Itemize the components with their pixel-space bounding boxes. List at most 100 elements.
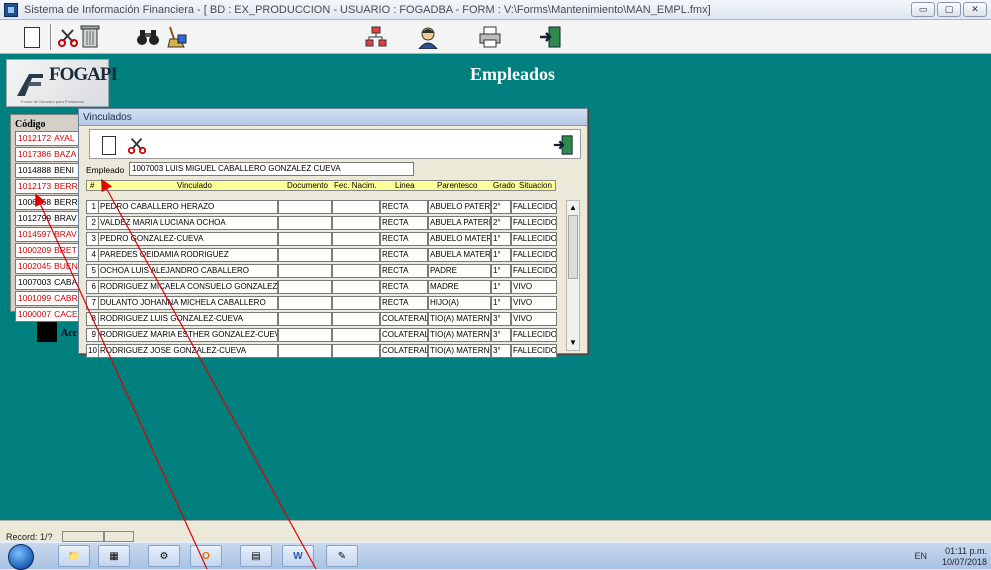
cell-parentesco[interactable]: TIO(A) MATERNO [428, 344, 491, 358]
calendar-icon[interactable]: ▦ [98, 545, 130, 567]
list-item[interactable]: 1012172 AYAL [15, 131, 81, 146]
cell-documento[interactable] [278, 296, 332, 310]
cell-documento[interactable] [278, 344, 332, 358]
binoculars-icon[interactable] [134, 23, 162, 51]
trash-icon[interactable] [76, 23, 104, 51]
exit-door-icon[interactable] [550, 132, 576, 158]
cell-num[interactable]: 2 [86, 216, 98, 230]
maximize-button[interactable]: ▢ [937, 2, 961, 17]
grid-scrollbar[interactable]: ▲ ▼ [566, 200, 580, 351]
cell-grado[interactable]: 3° [491, 328, 511, 342]
cell-fec[interactable] [332, 264, 380, 278]
cell-parentesco[interactable]: ABUELO PATERN [428, 200, 491, 214]
cell-documento[interactable] [278, 264, 332, 278]
forms-icon[interactable]: ▤ [240, 545, 272, 567]
exit-door-icon[interactable] [536, 23, 564, 51]
list-item[interactable]: 1012799 BRAV [15, 211, 81, 226]
cell-fec[interactable] [332, 328, 380, 342]
outlook-icon[interactable]: O [190, 545, 222, 567]
cell-parentesco[interactable]: TIO(A) MATERNO [428, 328, 491, 342]
close-button[interactable]: ✕ [963, 2, 987, 17]
cell-grado[interactable]: 2° [491, 200, 511, 214]
cell-grado[interactable]: 1° [491, 264, 511, 278]
list-item[interactable]: 1002045 BUEN [15, 259, 81, 274]
list-item[interactable]: 1014888 BENI [15, 163, 81, 178]
cell-situacion[interactable]: VIVO [511, 296, 557, 310]
table-row[interactable]: 8 RODRIGUEZ LUIS GONZALEZ-CUEVA COLATERAL T… [86, 312, 564, 327]
cell-situacion[interactable]: FALLECIDO [511, 200, 557, 214]
cell-grado[interactable]: 1° [491, 232, 511, 246]
cell-linea[interactable]: RECTA [380, 248, 428, 262]
cell-grado[interactable]: 2° [491, 216, 511, 230]
table-row[interactable]: 7 DULANTO JOHANNA MICHELA CABALLERO RECTA H… [86, 296, 564, 311]
user-icon[interactable] [414, 23, 442, 51]
cell-num[interactable]: 9 [86, 328, 98, 342]
designer-icon[interactable]: ✎ [326, 545, 358, 567]
cell-vinculado[interactable]: OCHOA LUIS ALEJANDRO CABALLERO [98, 264, 278, 278]
cell-vinculado[interactable]: DULANTO JOHANNA MICHELA CABALLERO [98, 296, 278, 310]
cell-vinculado[interactable]: RODRIGUEZ LUIS GONZALEZ-CUEVA [98, 312, 278, 326]
cell-documento[interactable] [278, 328, 332, 342]
tray-language[interactable]: EN [914, 551, 927, 561]
scroll-up-icon[interactable]: ▲ [567, 201, 579, 215]
start-button[interactable] [8, 544, 34, 570]
cell-documento[interactable] [278, 248, 332, 262]
table-row[interactable]: 3PEDRO GONZALEZ-CUEVA RECTAABUELO MATERN1… [86, 232, 564, 247]
cell-fec[interactable] [332, 312, 380, 326]
cell-parentesco[interactable]: PADRE [428, 264, 491, 278]
table-row[interactable]: 2 VALDEZ MARIA LUCIANA OCHOA RECTA ABUELA P… [86, 216, 564, 231]
cell-fec[interactable] [332, 216, 380, 230]
cell-linea[interactable]: RECTA [380, 232, 428, 246]
cell-fec[interactable] [332, 248, 380, 262]
new-document-icon[interactable] [96, 132, 122, 158]
clock[interactable]: 01:11 p.m. 10/07/2018 [942, 546, 987, 568]
cell-linea[interactable]: COLATERAL [380, 312, 428, 326]
cell-linea[interactable]: COLATERAL [380, 328, 428, 342]
cell-vinculado[interactable]: PEDRO CABALLERO HERAZO [98, 200, 278, 214]
cell-num[interactable]: 5 [86, 264, 98, 278]
cell-vinculado[interactable]: RODRIGUEZ JOSE GONZALEZ-CUEVA [98, 344, 278, 358]
cell-documento[interactable] [278, 280, 332, 294]
list-item[interactable]: 1000007 CACE [15, 307, 81, 322]
cell-parentesco[interactable]: ABUELA PATERN [428, 216, 491, 230]
cell-vinculado[interactable]: VALDEZ MARIA LUCIANA OCHOA [98, 216, 278, 230]
cell-linea[interactable]: RECTA [380, 216, 428, 230]
cell-num[interactable]: 3 [86, 232, 98, 246]
cell-situacion[interactable]: FALLECIDO [511, 264, 557, 278]
cell-situacion[interactable]: FALLECIDO [511, 344, 557, 358]
table-row[interactable]: 1 PEDRO CABALLERO HERAZO RECTA ABUELO PATER… [86, 200, 564, 215]
cell-fec[interactable] [332, 232, 380, 246]
cell-num[interactable]: 6 [86, 280, 98, 294]
list-item[interactable]: 1006168 BERR [15, 195, 81, 210]
scissors-icon[interactable] [124, 132, 150, 158]
word-icon[interactable]: W [282, 545, 314, 567]
cell-num[interactable]: 10 [86, 344, 98, 358]
cell-documento[interactable] [278, 312, 332, 326]
broom-icon[interactable] [162, 23, 190, 51]
table-row[interactable]: 6 RODRIGUEZ MICAELA CONSUELO GONZALEZ-CU R… [86, 280, 564, 295]
table-row[interactable]: 10 RODRIGUEZ JOSE GONZALEZ-CUEVA COLATERAL… [86, 344, 564, 359]
cell-num[interactable]: 4 [86, 248, 98, 262]
cell-situacion[interactable]: FALLECIDO [511, 248, 557, 262]
cell-vinculado[interactable]: PAREDES OEIDAMIA RODRIGUEZ [98, 248, 278, 262]
printer-icon[interactable] [476, 23, 504, 51]
cell-situacion[interactable]: FALLECIDO [511, 232, 557, 246]
network-icon[interactable]: ⚙ [148, 545, 180, 567]
table-row[interactable]: 9 RODRIGUEZ MARIA ESTHER GONZALEZ-CUEVA CO… [86, 328, 564, 343]
cell-situacion[interactable]: FALLECIDO [511, 328, 557, 342]
new-document-icon[interactable] [18, 23, 46, 51]
cell-linea[interactable]: RECTA [380, 264, 428, 278]
cell-grado[interactable]: 3° [491, 312, 511, 326]
cell-fec[interactable] [332, 200, 380, 214]
cell-parentesco[interactable]: MADRE [428, 280, 491, 294]
cell-parentesco[interactable]: ABUELA MATERN [428, 248, 491, 262]
scroll-thumb[interactable] [568, 215, 578, 279]
cell-num[interactable]: 7 [86, 296, 98, 310]
cell-grado[interactable]: 3° [491, 344, 511, 358]
list-item[interactable]: 1014597 BRAV [15, 227, 81, 242]
cell-fec[interactable] [332, 296, 380, 310]
table-row[interactable]: 4 PAREDES OEIDAMIA RODRIGUEZ RECTA ABUELA M… [86, 248, 564, 263]
cell-situacion[interactable]: FALLECIDO [511, 216, 557, 230]
cell-parentesco[interactable]: TIO(A) MATERNO [428, 312, 491, 326]
cell-vinculado[interactable]: PEDRO GONZALEZ-CUEVA [98, 232, 278, 246]
